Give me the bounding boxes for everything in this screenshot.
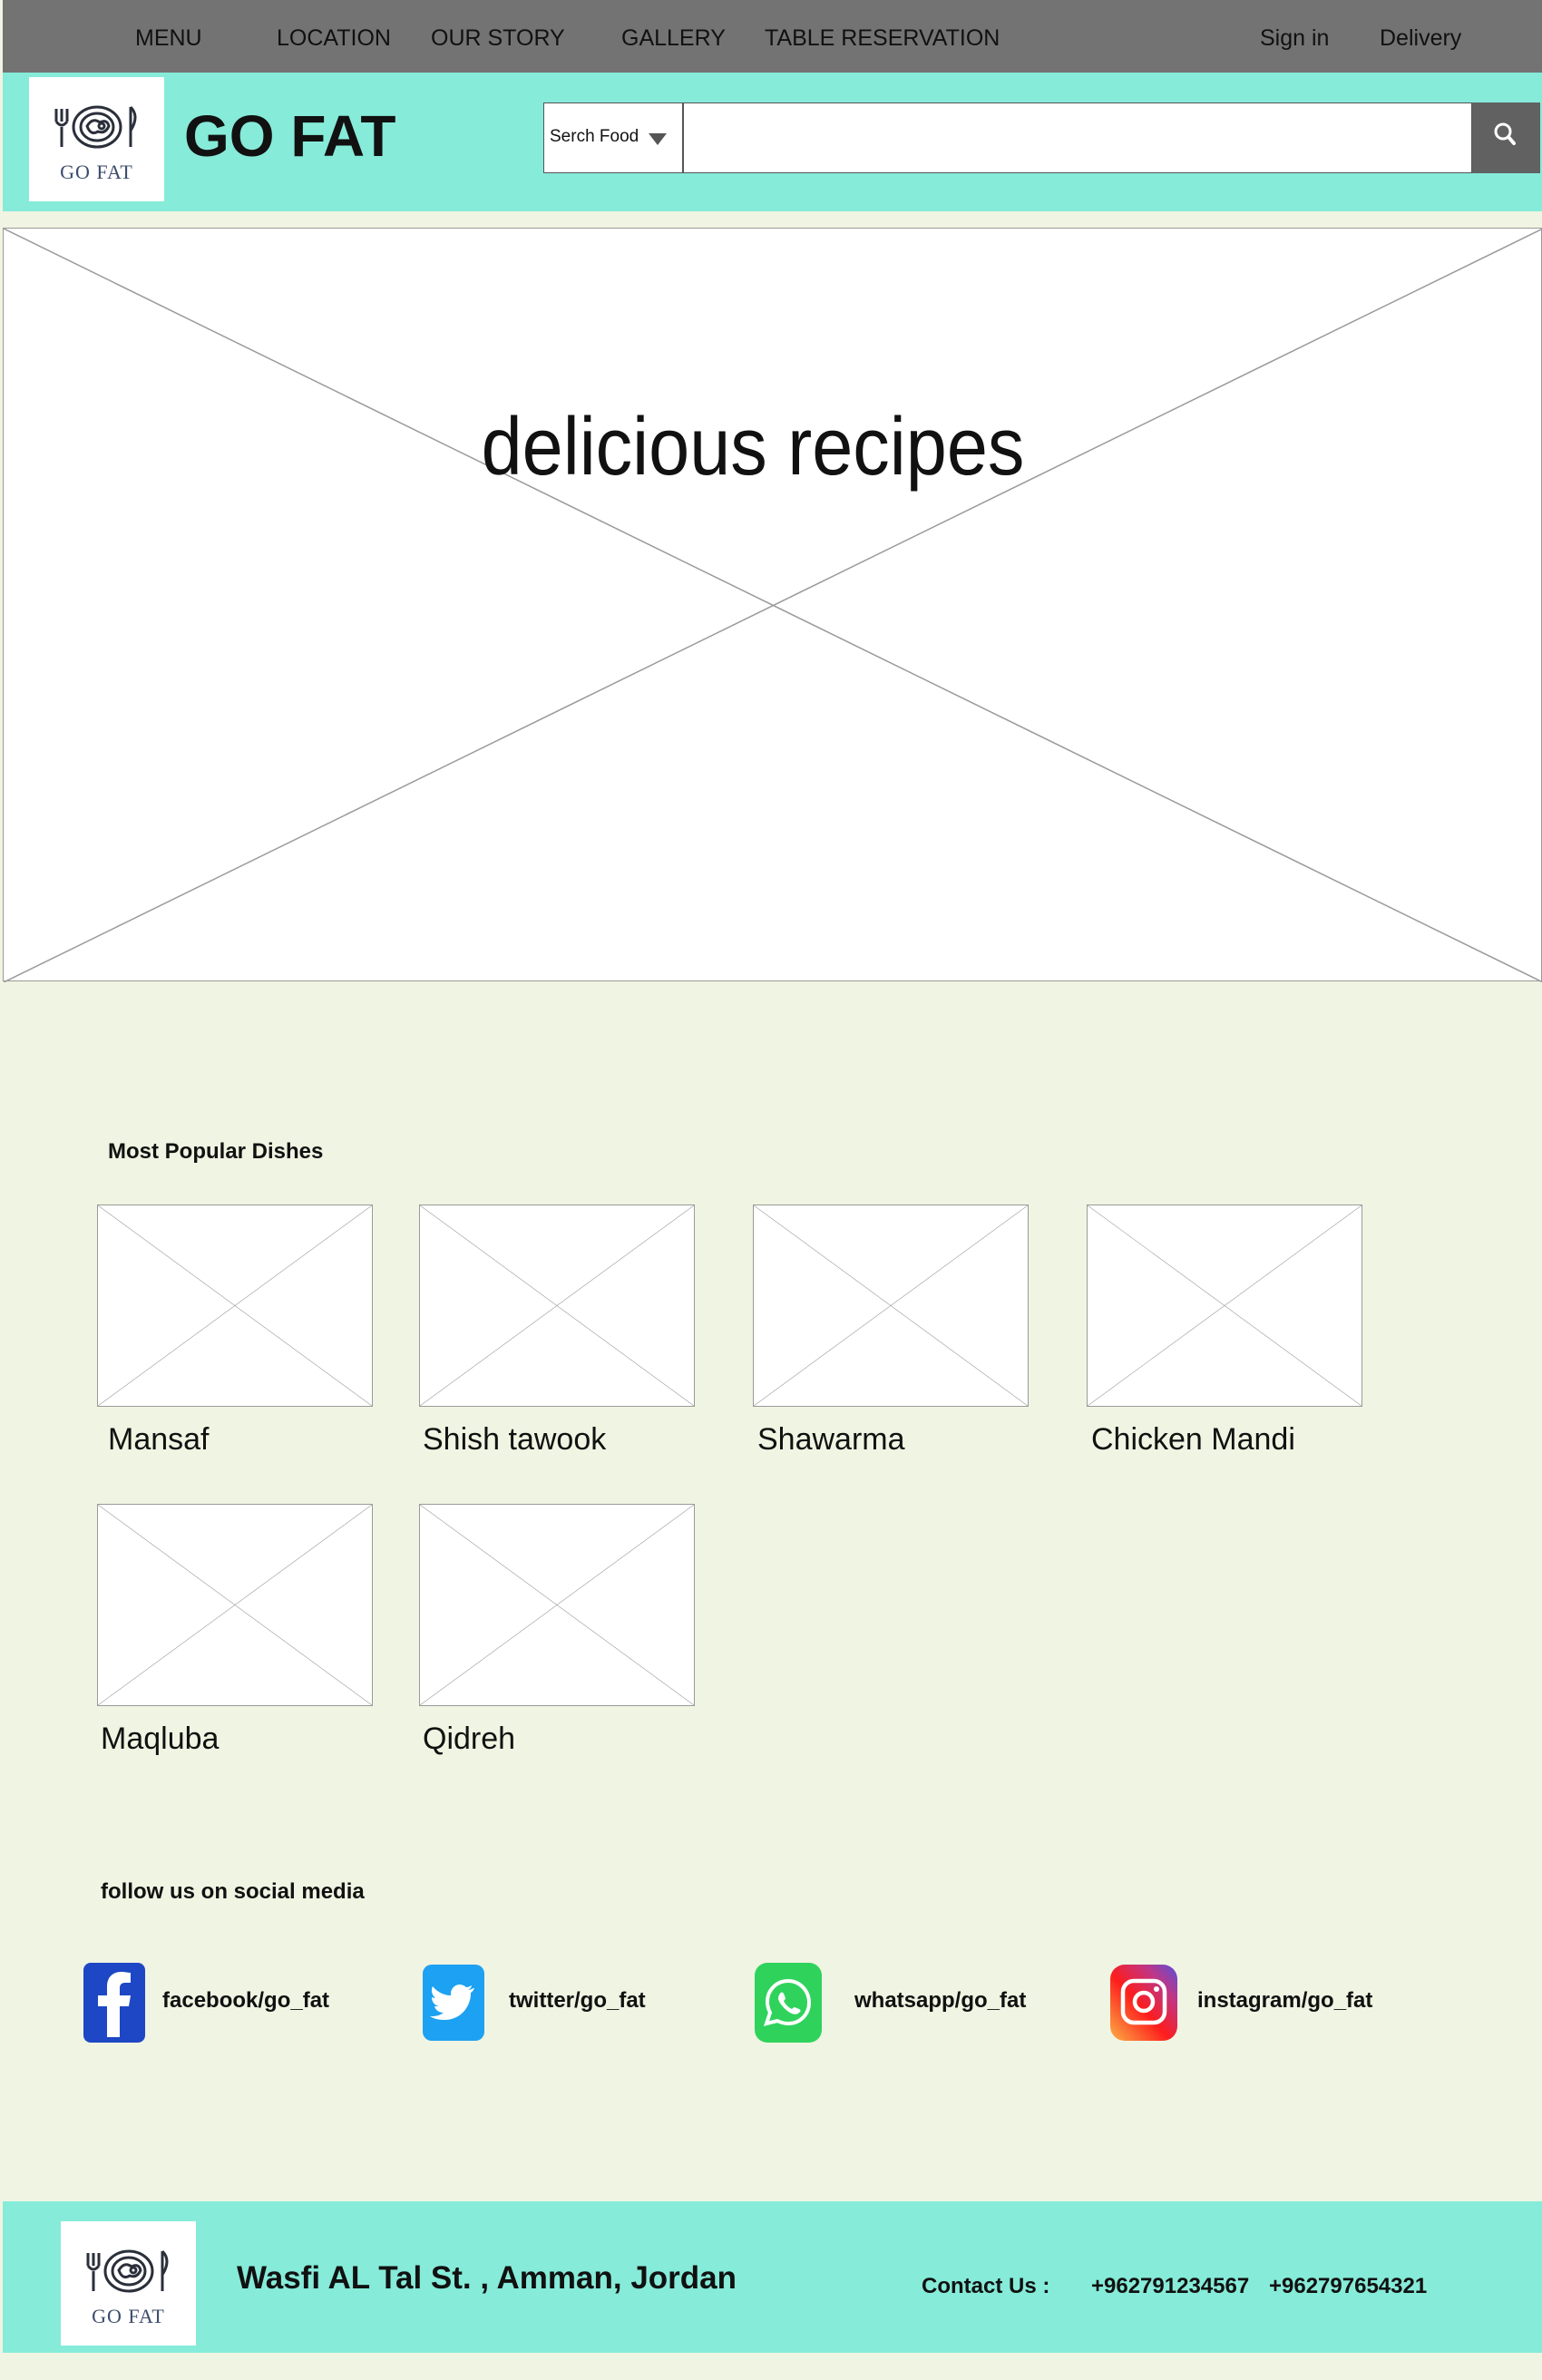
search-icon — [1494, 122, 1516, 145]
chevron-down-icon — [649, 133, 667, 145]
dish-image[interactable] — [1087, 1205, 1362, 1407]
nav-sign-in[interactable]: Sign in — [1260, 25, 1329, 52]
social-whatsapp[interactable]: whatsapp/go_fat — [753, 1959, 1043, 2046]
dish-image[interactable] — [753, 1205, 1029, 1407]
search-category-select[interactable]: Serch Food — [543, 102, 683, 173]
search-input[interactable] — [683, 102, 1472, 173]
hero-banner: delicious recipes — [3, 228, 1542, 982]
popular-dishes-title: Most Popular Dishes — [108, 1139, 324, 1164]
search-button[interactable] — [1472, 102, 1540, 173]
brand-title: GO FAT — [184, 103, 396, 169]
dish-name[interactable]: Chicken Mandi — [1091, 1422, 1295, 1458]
instagram-icon — [1110, 1965, 1177, 2041]
facebook-icon — [83, 1963, 145, 2043]
dish-name[interactable]: Mansaf — [108, 1422, 210, 1458]
address: Wasfi AL Tal St. , Amman, Jordan — [237, 2260, 737, 2296]
phone-number[interactable]: +962791234567 — [1091, 2274, 1249, 2299]
dish-image[interactable] — [97, 1504, 373, 1706]
social-label: instagram/go_fat — [1197, 1988, 1373, 2013]
nav-gallery[interactable]: GALLERY — [621, 25, 726, 52]
contact-label: Contact Us : — [922, 2274, 1050, 2298]
nav-our-story[interactable]: OUR STORY — [431, 25, 565, 52]
whatsapp-icon — [755, 1963, 822, 2043]
top-nav: MENU LOCATION OUR STORY GALLERY TABLE RE… — [3, 0, 1542, 73]
phone-number[interactable]: +962797654321 — [1269, 2274, 1427, 2299]
header-logo[interactable]: GO FAT — [29, 77, 164, 201]
logo-text: GO FAT — [60, 161, 133, 183]
hero-title: delicious recipes — [481, 402, 1025, 493]
dish-image[interactable] — [419, 1205, 695, 1407]
dish-image[interactable] — [419, 1504, 695, 1706]
dish-name[interactable]: Shawarma — [757, 1422, 905, 1458]
social-facebook[interactable]: facebook/go_fat — [82, 1959, 354, 2046]
dish-name[interactable]: Qidreh — [423, 1722, 515, 1757]
social-label: twitter/go_fat — [509, 1988, 646, 2013]
social-twitter[interactable]: twitter/go_fat — [419, 1959, 691, 2046]
social-label: facebook/go_fat — [162, 1988, 330, 2013]
twitter-icon — [423, 1965, 484, 2041]
social-title: follow us on social media — [101, 1879, 365, 1904]
social-label: whatsapp/go_fat — [854, 1988, 1027, 2013]
dish-image[interactable] — [97, 1205, 373, 1407]
footer-logo[interactable]: GO FAT — [61, 2221, 196, 2346]
nav-menu[interactable]: MENU — [135, 25, 202, 52]
dish-name[interactable]: Maqluba — [101, 1722, 219, 1757]
hero-image-placeholder — [4, 229, 1542, 982]
logo-text: GO FAT — [92, 2305, 165, 2327]
footer: GO FAT Wasfi AL Tal St. , Amman, Jordan … — [3, 2201, 1542, 2353]
search-category-label: Serch Food — [550, 127, 639, 146]
nav-delivery[interactable]: Delivery — [1380, 25, 1461, 52]
dish-name[interactable]: Shish tawook — [423, 1422, 606, 1458]
nav-location[interactable]: LOCATION — [277, 25, 391, 52]
header: GO FAT GO FAT Serch Food — [3, 73, 1542, 211]
nav-table-reservation[interactable]: TABLE RESERVATION — [765, 25, 1000, 52]
social-instagram[interactable]: instagram/go_fat — [1108, 1959, 1399, 2046]
